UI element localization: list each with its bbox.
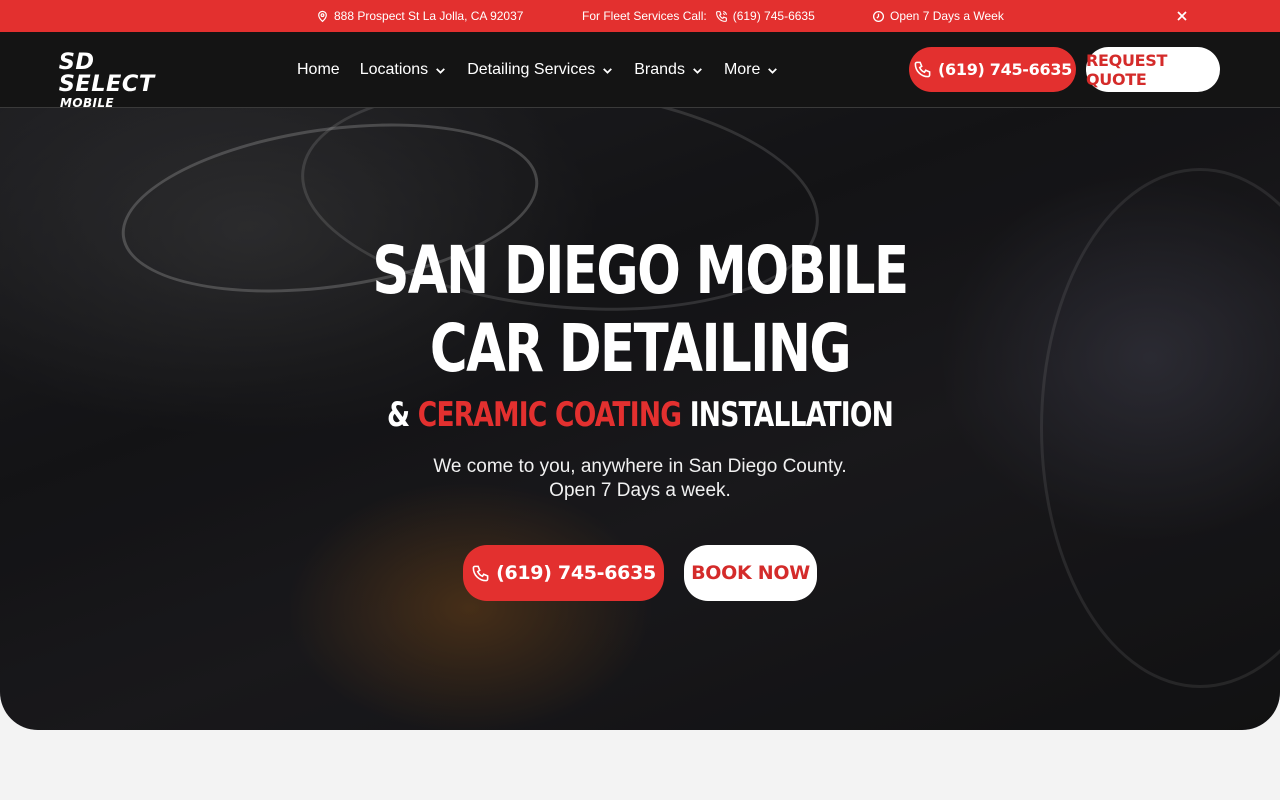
header-phone-label: (619) 745-6635 xyxy=(938,60,1072,79)
book-now-button[interactable]: BOOK NOW xyxy=(684,545,817,601)
nav-home-label: Home xyxy=(297,61,340,78)
nav-detailing-services[interactable]: Detailing Services xyxy=(467,61,614,79)
address-item[interactable]: 888 Prospect St La Jolla, CA 92037 xyxy=(316,0,523,32)
nav-home[interactable]: Home xyxy=(297,61,340,79)
chevron-down-icon xyxy=(603,67,613,74)
nav-brands-label: Brands xyxy=(634,61,685,78)
nav-locations[interactable]: Locations xyxy=(360,61,448,79)
hero-phone-button[interactable]: (619) 745-6635 xyxy=(463,545,664,601)
hero-phone-label: (619) 745-6635 xyxy=(496,562,656,584)
hero-title-line3: & CERAMIC COATING INSTALLATION xyxy=(141,392,1139,438)
request-quote-label: REQUEST QUOTE xyxy=(1086,50,1168,89)
nav-services-label: Detailing Services xyxy=(467,61,596,78)
phone-icon xyxy=(472,565,489,581)
hero-title-suffix: INSTALLATION xyxy=(689,395,894,435)
chevron-down-icon xyxy=(436,67,446,74)
chevron-down-icon xyxy=(693,67,702,74)
site-logo[interactable]: SD SELECT MOBILE DETAILING xyxy=(59,52,190,122)
hours-item: Open 7 Days a Week xyxy=(872,0,1004,32)
hero-section: SAN DIEGO MOBILE CAR DETAILING & CERAMIC… xyxy=(0,108,1280,730)
hours-text: Open 7 Days a Week xyxy=(890,9,1004,23)
fleet-item: For Fleet Services Call: (619) 745-6635 xyxy=(582,0,815,32)
hero-title-line1: SAN DIEGO MOBILE xyxy=(372,232,909,309)
address-text: 888 Prospect St La Jolla, CA 92037 xyxy=(334,9,524,23)
hero-title-ampersand: & xyxy=(386,395,410,435)
logo-line1: SD SELECT xyxy=(58,50,155,97)
fleet-label: For Fleet Services Call: xyxy=(582,9,707,23)
map-pin-icon xyxy=(318,10,327,22)
hero-title-accent: CERAMIC COATING xyxy=(417,395,682,435)
chevron-down-icon xyxy=(768,67,778,74)
site-header: SD SELECT MOBILE DETAILING Home Location… xyxy=(0,32,1280,122)
nav-more-label: More xyxy=(723,61,761,78)
hero-title-line2: CAR DETAILING xyxy=(429,310,852,387)
nav-brands[interactable]: Brands xyxy=(634,61,704,79)
book-now-label: BOOK NOW xyxy=(691,562,810,584)
phone-icon xyxy=(914,61,931,78)
close-icon[interactable] xyxy=(1174,8,1190,24)
header-phone-button[interactable]: (619) 745-6635 xyxy=(909,47,1076,92)
nav-locations-label: Locations xyxy=(359,61,429,78)
phone-icon xyxy=(715,10,727,22)
fleet-phone-link[interactable]: (619) 745-6635 xyxy=(733,9,815,23)
request-quote-button[interactable]: REQUEST QUOTE xyxy=(1086,47,1220,92)
hero-subtitle-line1: We come to you, anywhere in San Diego Co… xyxy=(433,456,847,477)
clock-icon xyxy=(872,10,885,22)
hero-subtitle-line2: Open 7 Days a week. xyxy=(549,480,731,501)
nav-more[interactable]: More xyxy=(724,61,779,79)
announcement-bar: 888 Prospect St La Jolla, CA 92037 For F… xyxy=(0,0,1280,32)
main-nav: Home Locations Detailing Services Brands… xyxy=(297,32,779,108)
